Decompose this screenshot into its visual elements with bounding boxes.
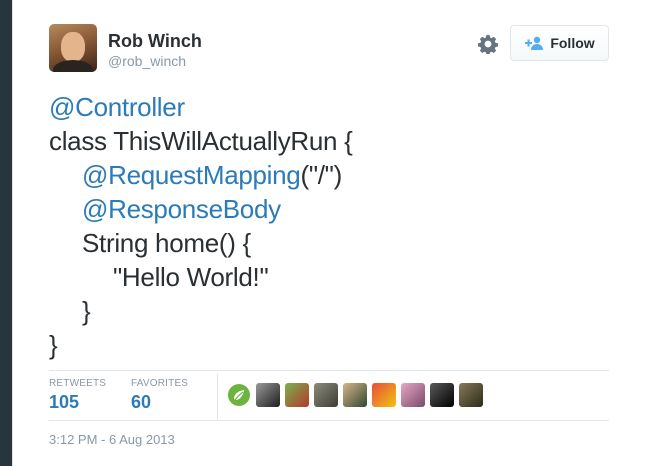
code-line: @Controller <box>49 90 353 124</box>
user-name[interactable]: Rob Winch <box>108 31 202 52</box>
code-line: @ResponseBody <box>49 192 353 226</box>
follow-button[interactable]: Follow <box>510 25 609 61</box>
retweets-count[interactable]: 105 <box>49 392 79 413</box>
favoriters-list <box>227 383 483 407</box>
spring-leaf-icon[interactable] <box>227 383 251 407</box>
favoriter-avatar[interactable] <box>285 383 309 407</box>
favoriter-avatar[interactable] <box>401 383 425 407</box>
annotation-link[interactable]: @ResponseBody <box>82 194 281 224</box>
tweet-text: @Controller class ThisWillActuallyRun { … <box>49 90 353 362</box>
code-line: } <box>49 294 353 328</box>
code-line: String home() { <box>49 226 353 260</box>
favorites-label: FAVORITES <box>131 378 189 389</box>
gear-icon[interactable] <box>476 32 500 56</box>
code-text: } <box>49 330 58 360</box>
code-text: String home() { <box>82 228 251 258</box>
follow-label: Follow <box>550 35 595 51</box>
retweets-label: RETWEETS <box>49 378 107 389</box>
code-text: class ThisWillActuallyRun { <box>49 126 353 156</box>
annotation-link[interactable]: @RequestMapping <box>82 160 301 190</box>
code-line: @RequestMapping("/") <box>49 158 353 192</box>
code-line: "Hello World!" <box>49 260 353 294</box>
favoriter-avatar[interactable] <box>343 383 367 407</box>
code-text: } <box>82 296 91 326</box>
annotation-link[interactable]: @Controller <box>49 92 185 122</box>
avatar-face <box>61 32 85 62</box>
favoriter-avatar[interactable] <box>314 383 338 407</box>
favoriter-avatar[interactable] <box>459 383 483 407</box>
favoriter-avatar[interactable] <box>372 383 396 407</box>
avatar[interactable] <box>49 24 97 72</box>
favorites-count[interactable]: 60 <box>131 392 151 413</box>
code-text: ("/") <box>300 160 342 190</box>
stats-separator <box>217 374 218 420</box>
person-plus-icon <box>524 36 544 50</box>
avatar-shirt <box>53 60 93 72</box>
code-line: } <box>49 328 353 362</box>
stats-divider-top <box>49 370 609 371</box>
code-text: "Hello World!" <box>113 262 269 292</box>
tweet-card: Rob Winch @rob_winch Follow @Controller … <box>12 0 645 466</box>
tweet-timestamp[interactable]: 3:12 PM - 6 Aug 2013 <box>49 432 175 447</box>
user-handle[interactable]: @rob_winch <box>108 53 186 69</box>
favoriter-avatar[interactable] <box>256 383 280 407</box>
favoriter-avatar[interactable] <box>430 383 454 407</box>
code-line: class ThisWillActuallyRun { <box>49 124 353 158</box>
stats-divider-bottom <box>49 420 609 421</box>
